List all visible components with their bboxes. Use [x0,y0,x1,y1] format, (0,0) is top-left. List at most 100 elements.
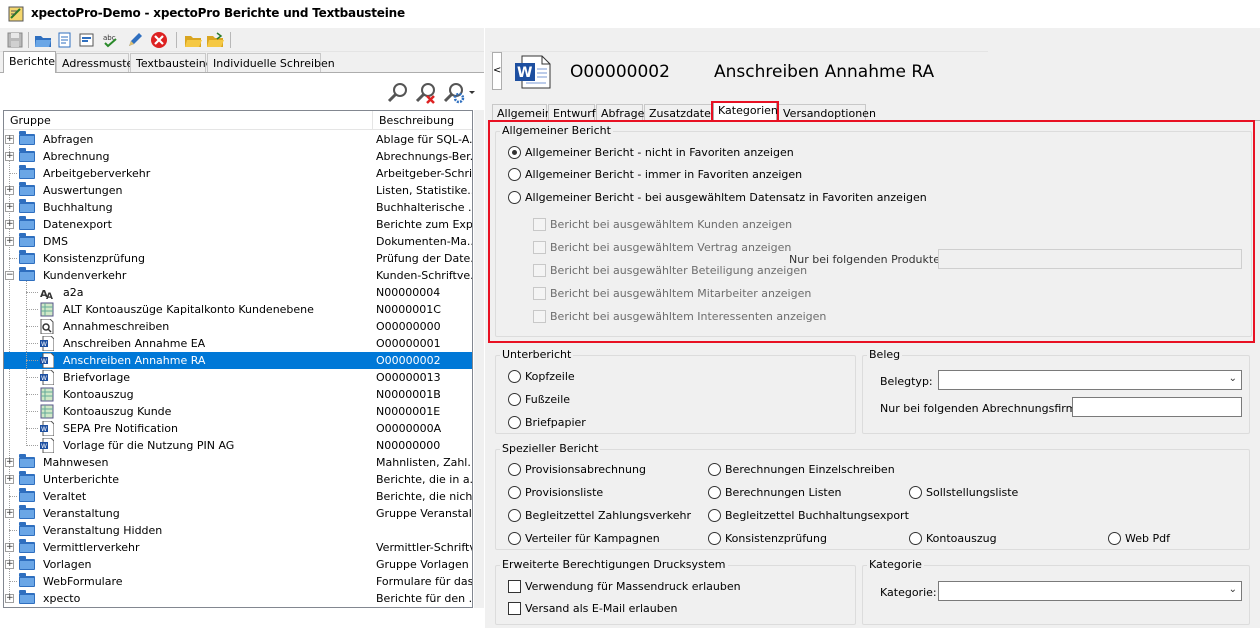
abrechnungsfirmen-input[interactable] [1072,397,1242,417]
tree-item-report[interactable]: Kontoauszug N0000001B [4,386,472,403]
tree-item-report[interactable]: W Vorlage für die Nutzung PIN AG N00000000 [4,437,472,454]
radio-provisionsabrechnung[interactable] [508,463,521,476]
tree-item-group[interactable]: + Unterberichte Berichte, die in a... [4,471,472,488]
tab-berichte[interactable]: Berichte [3,51,56,73]
tree-item-group[interactable]: + Veranstaltung Gruppe Veranstal... [4,505,472,522]
expand-icon[interactable]: + [5,560,14,569]
radio-label: Fußzeile [525,393,571,406]
tab-versandoptionen[interactable]: Versandoptionen [778,104,876,121]
tree-item-group[interactable]: Konsistenzprüfung Prüfung der Date... [4,250,472,267]
folder-icon [19,182,35,196]
word-document-icon: W [40,438,54,453]
radio-label: Kontoauszug [926,532,997,545]
search-icon[interactable] [386,81,410,105]
tree-item-report[interactable]: Annahmeschreiben O00000000 [4,318,472,335]
column-header-gruppe[interactable]: Gruppe [10,114,51,127]
expand-icon[interactable]: + [5,594,14,603]
tree-item-group[interactable]: + DMS Dokumenten-Ma... [4,233,472,250]
radio-sollstellungsliste[interactable] [909,486,922,499]
radio-kopfzeile[interactable] [508,370,521,383]
tree-item-report[interactable]: A A a2a N00000004 [4,284,472,301]
collapse-panel-button[interactable]: < [492,52,502,90]
tree-item-group[interactable]: + Auswertungen Listen, Statistike... [4,182,472,199]
title-bar: xpectoPro-Demo - xpectoPro Berichte und … [0,0,1260,28]
tree-item-group[interactable]: + Datenexport Berichte zum Exp... [4,216,472,233]
radio-berechnungen-listen[interactable] [708,486,721,499]
spellcheck-icon[interactable]: abc [102,31,120,49]
edit-icon[interactable] [126,31,144,49]
tree-item-group[interactable]: + xpecto Berichte für den ... [4,590,472,607]
radio-web-pdf[interactable] [1108,532,1121,545]
tab-allgemein[interactable]: Allgemein [492,104,552,121]
tab-individuelle-schreiben[interactable]: Individuelle Schreiben [207,53,335,73]
tree-item-group[interactable]: + Abfragen Ablage für SQL-A... [4,131,472,148]
folder-open-icon[interactable] [184,31,202,49]
collapse-icon[interactable]: − [5,271,14,280]
tree-item-description: Berichte, die in a... [376,473,472,486]
checkbox-email-versand[interactable] [508,602,521,615]
tree-item-report[interactable]: W SEPA Pre Notification O0000000A [4,420,472,437]
tab-textbausteine[interactable]: Textbausteine [130,53,213,73]
expand-icon[interactable]: + [5,458,14,467]
tab-entwurf[interactable]: Entwurf [548,104,596,121]
radio-verteiler-kampagnen[interactable] [508,532,521,545]
tree-item-group[interactable]: Veranstaltung Hidden [4,522,472,539]
export-icon[interactable] [56,31,74,49]
search-settings-icon[interactable] [442,81,476,105]
expand-icon[interactable]: + [5,475,14,484]
delete-icon[interactable] [150,31,168,49]
tree-item-group[interactable]: + Mahnwesen Mahnlisten, Zahl... [4,454,472,471]
expand-icon[interactable]: + [5,509,14,518]
column-header-beschreibung[interactable]: Beschreibung [379,114,454,127]
folder-icon [19,505,35,519]
open-folder-icon[interactable] [34,31,52,49]
tree-item-group[interactable]: + Vermittlerverkehr Vermittler-Schriftv... [4,539,472,556]
radio-kontoauszug[interactable] [909,532,922,545]
spreadsheet-report-icon [40,302,54,317]
expand-icon[interactable]: + [5,237,14,246]
tree-line [26,428,38,429]
tree-item-group[interactable]: + Buchhaltung Buchhalterische ... [4,199,472,216]
group-title: Kategorie [867,558,924,571]
expand-icon[interactable]: + [5,220,14,229]
radio-label: Sollstellungsliste [926,486,1019,499]
folder-open-2-icon[interactable] [206,31,224,49]
expand-icon[interactable]: + [5,186,14,195]
expand-icon[interactable]: + [5,203,14,212]
radio-konsistenzpruefung[interactable] [708,532,721,545]
radio-fusszeile[interactable] [508,393,521,406]
tree-item-report[interactable]: W Briefvorlage O00000013 [4,369,472,386]
tree-item-report[interactable]: W Anschreiben Annahme EA O00000001 [4,335,472,352]
kategorie-combo[interactable]: ⌄ [938,581,1242,601]
tree-item-group[interactable]: − Kundenverkehr Kunden-Schriftve... [4,267,472,284]
belegtyp-combo[interactable]: ⌄ [938,370,1242,390]
expand-icon[interactable]: + [5,135,14,144]
tree-item-report[interactable]: W Anschreiben Annahme RA O00000002 [4,352,472,369]
radio-provisionsliste[interactable] [508,486,521,499]
checkbox-massendruck[interactable] [508,580,521,593]
radio-berechnungen-einzelschreiben[interactable] [708,463,721,476]
tree-item-label: Veranstaltung [43,507,120,520]
tree-item-label: Kontoauszug [63,388,134,401]
tree-item-report[interactable]: Kontoauszug Kunde N0000001E [4,403,472,420]
tab-adressmuster[interactable]: Adressmuster [56,53,138,73]
tree-item-label: xpecto [43,592,81,605]
tree-item-group[interactable]: WebFormulare Formulare für das... [4,573,472,590]
radio-begleitzettel-buchhaltungsexport[interactable] [708,509,721,522]
tree-item-group[interactable]: Veraltet Berichte, die nich... [4,488,472,505]
import-icon[interactable] [78,31,96,49]
expand-icon[interactable]: + [5,543,14,552]
save-icon[interactable] [6,31,24,49]
search-clear-icon[interactable] [414,81,438,105]
tree-item-group[interactable]: + Abrechnung Abrechnungs-Ber... [4,148,472,165]
tree-item-label: Vorlage für die Nutzung PIN AG [63,439,235,452]
tab-abfrage[interactable]: Abfrage [596,104,644,121]
tree-item-group[interactable]: Arbeitgeberverkehr Arbeitgeber-Schri... [4,165,472,182]
expand-icon[interactable]: + [5,152,14,161]
radio-briefpapier[interactable] [508,416,521,429]
tree-item-group[interactable]: + Vorlagen Gruppe Vorlagen [4,556,472,573]
tab-zusatzdaten[interactable]: Zusatzdaten [644,104,718,121]
report-title: Anschreiben Annahme RA [714,62,935,82]
radio-begleitzettel-zahlungsverkehr[interactable] [508,509,521,522]
tree-item-report[interactable]: ALT Kontoauszüge Kapitalkonto Kundeneben… [4,301,472,318]
